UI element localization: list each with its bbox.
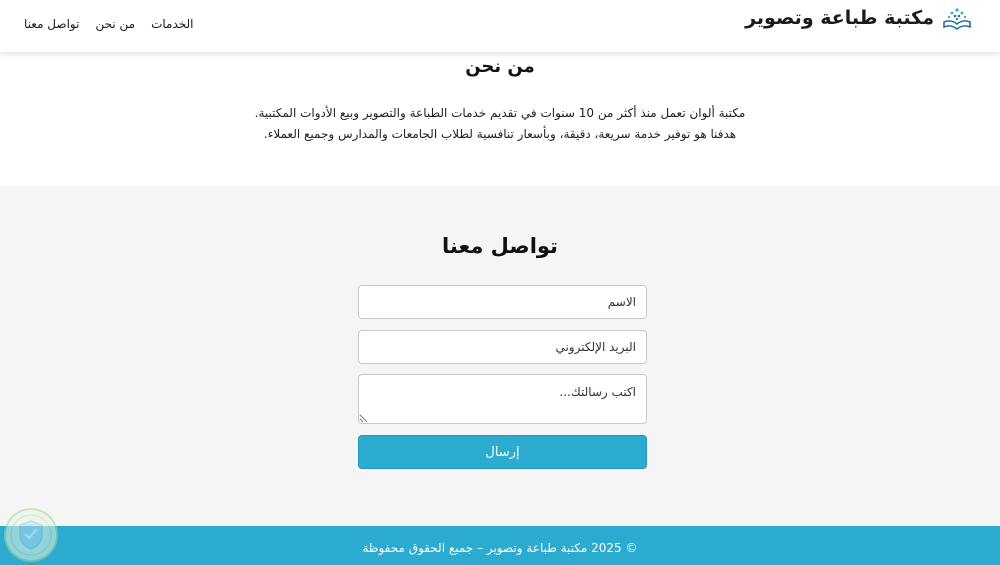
page: مكتبة طباعة وتصوير تواصل معنا من نحن الخ… bbox=[0, 0, 1000, 565]
about-text: مكتبة ألوان تعمل منذ أكثر من 10 سنوات في… bbox=[254, 106, 746, 141]
brand-title: مكتبة طباعة وتصوير bbox=[745, 7, 934, 29]
email-field[interactable] bbox=[358, 330, 647, 364]
shield-icon bbox=[4, 508, 58, 562]
footer-text: © 2025 مكتبة طباعة وتصوير – جميع الحقوق … bbox=[362, 541, 638, 555]
about-section: من نحن مكتبة ألوان تعمل منذ أكثر من 10 س… bbox=[0, 52, 1000, 186]
name-field[interactable] bbox=[358, 285, 647, 319]
message-field[interactable] bbox=[358, 374, 647, 424]
main-nav: تواصل معنا من نحن الخدمات bbox=[24, 17, 194, 31]
book-icon bbox=[943, 8, 971, 31]
nav-contact[interactable]: تواصل معنا bbox=[24, 17, 79, 31]
site-header: مكتبة طباعة وتصوير تواصل معنا من نحن الخ… bbox=[0, 0, 1000, 52]
site-footer: © 2025 مكتبة طباعة وتصوير – جميع الحقوق … bbox=[0, 526, 1000, 565]
contact-section: تواصل معنا إرسال bbox=[0, 186, 1000, 526]
contact-title: تواصل معنا bbox=[442, 234, 558, 258]
nav-about[interactable]: من نحن bbox=[95, 17, 135, 31]
nav-services[interactable]: الخدمات bbox=[151, 17, 193, 31]
about-title: من نحن bbox=[465, 56, 535, 77]
send-button[interactable]: إرسال bbox=[358, 435, 647, 469]
brand[interactable]: مكتبة طباعة وتصوير bbox=[745, 4, 972, 32]
